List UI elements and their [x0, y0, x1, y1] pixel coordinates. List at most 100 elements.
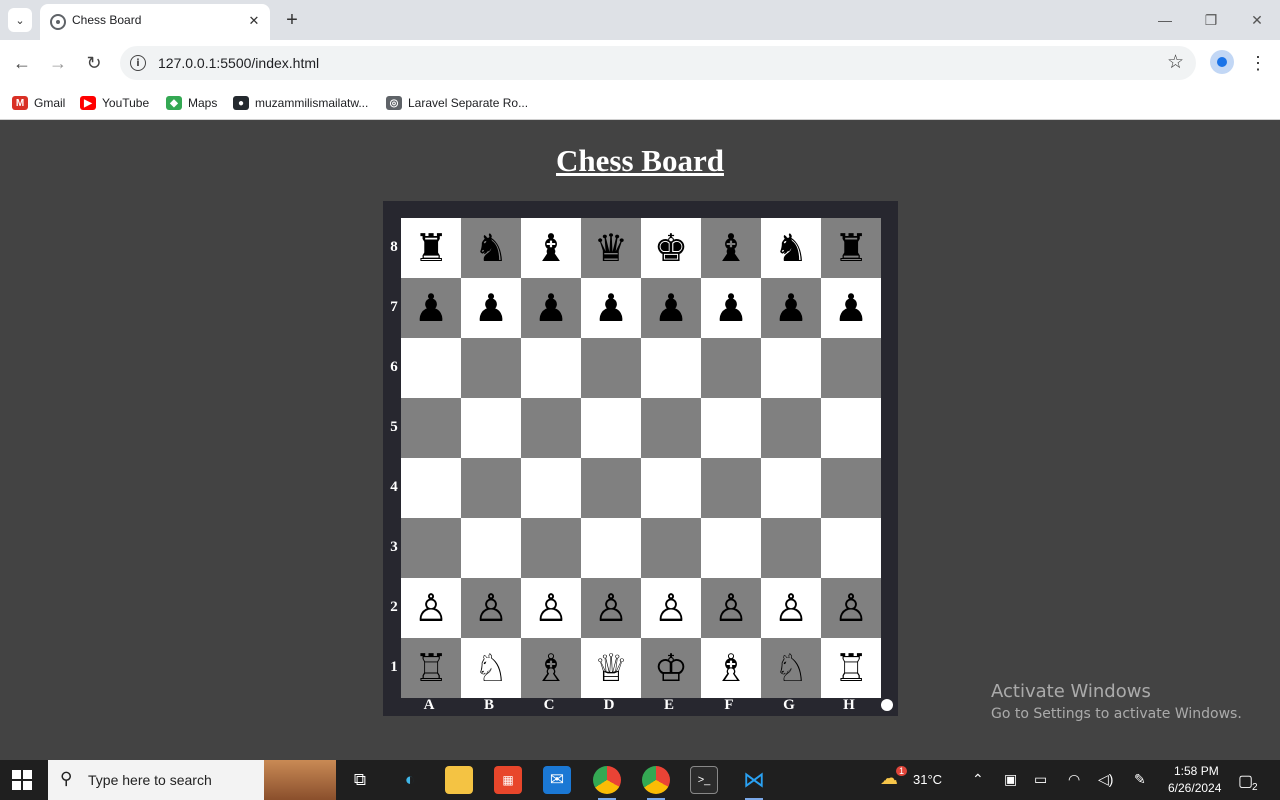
- square-b5[interactable]: [461, 398, 521, 458]
- square-h7[interactable]: ♟: [821, 278, 881, 338]
- square-h2[interactable]: ♙: [821, 578, 881, 638]
- restore-button[interactable]: ❐: [1196, 6, 1226, 34]
- task-view-icon[interactable]: ⧉: [346, 766, 374, 794]
- square-c1[interactable]: ♗: [521, 638, 581, 698]
- square-h1[interactable]: ♖: [821, 638, 881, 698]
- chevron-up-icon[interactable]: ⌃: [972, 771, 984, 788]
- square-e1[interactable]: ♔: [641, 638, 701, 698]
- square-f6[interactable]: [701, 338, 761, 398]
- square-a1[interactable]: ♖: [401, 638, 461, 698]
- square-a3[interactable]: [401, 518, 461, 578]
- square-f1[interactable]: ♗: [701, 638, 761, 698]
- square-g1[interactable]: ♘: [761, 638, 821, 698]
- bookmark-star-icon[interactable]: ☆: [1167, 51, 1184, 74]
- square-a4[interactable]: [401, 458, 461, 518]
- temperature[interactable]: 31°C: [913, 772, 942, 787]
- square-d8[interactable]: ♛: [581, 218, 641, 278]
- square-b1[interactable]: ♘: [461, 638, 521, 698]
- square-b6[interactable]: [461, 338, 521, 398]
- square-f3[interactable]: [701, 518, 761, 578]
- minimize-button[interactable]: —: [1150, 6, 1180, 34]
- file-explorer-icon[interactable]: [445, 766, 473, 794]
- square-h6[interactable]: [821, 338, 881, 398]
- tab-chess-board[interactable]: Chess Board ✕: [40, 4, 270, 40]
- square-a6[interactable]: [401, 338, 461, 398]
- square-g3[interactable]: [761, 518, 821, 578]
- address-bar[interactable]: i 127.0.0.1:5500/index.html ☆: [120, 46, 1196, 80]
- site-info-icon[interactable]: i: [130, 55, 146, 71]
- square-f4[interactable]: [701, 458, 761, 518]
- tab-search-chevron-icon[interactable]: ⌄: [8, 8, 32, 32]
- square-d3[interactable]: [581, 518, 641, 578]
- square-f2[interactable]: ♙: [701, 578, 761, 638]
- square-c3[interactable]: [521, 518, 581, 578]
- square-f7[interactable]: ♟: [701, 278, 761, 338]
- mail-icon[interactable]: ✉: [543, 766, 571, 794]
- square-e8[interactable]: ♚: [641, 218, 701, 278]
- square-e4[interactable]: [641, 458, 701, 518]
- taskbar-search-box[interactable]: ⚲ Type here to search: [48, 760, 336, 800]
- square-c5[interactable]: [521, 398, 581, 458]
- browser-menu-icon[interactable]: ⋮: [1248, 50, 1268, 76]
- meet-now-icon[interactable]: ▣: [1004, 771, 1017, 788]
- square-e2[interactable]: ♙: [641, 578, 701, 638]
- square-d5[interactable]: [581, 398, 641, 458]
- square-g7[interactable]: ♟: [761, 278, 821, 338]
- square-b2[interactable]: ♙: [461, 578, 521, 638]
- square-b3[interactable]: [461, 518, 521, 578]
- edge-icon[interactable]: ◐: [396, 766, 424, 794]
- bookmark-globe[interactable]: ◎ Laravel Separate Ro...: [386, 93, 528, 113]
- windows-start-icon[interactable]: [12, 770, 32, 790]
- wifi-icon[interactable]: ◠: [1068, 771, 1080, 788]
- battery-icon[interactable]: ▭: [1034, 771, 1047, 788]
- square-a8[interactable]: ♜: [401, 218, 461, 278]
- url-text[interactable]: 127.0.0.1:5500/index.html: [158, 55, 319, 71]
- square-f5[interactable]: [701, 398, 761, 458]
- new-tab-button[interactable]: +: [280, 8, 304, 32]
- notification-icon[interactable]: ▢: [1238, 771, 1253, 791]
- square-c8[interactable]: ♝: [521, 218, 581, 278]
- chrome-profile-icon[interactable]: [593, 766, 621, 794]
- square-a2[interactable]: ♙: [401, 578, 461, 638]
- square-c2[interactable]: ♙: [521, 578, 581, 638]
- terminal-icon[interactable]: >_: [690, 766, 718, 794]
- square-b8[interactable]: ♞: [461, 218, 521, 278]
- square-f8[interactable]: ♝: [701, 218, 761, 278]
- square-a5[interactable]: [401, 398, 461, 458]
- pen-icon[interactable]: ✎: [1134, 771, 1146, 788]
- square-g4[interactable]: [761, 458, 821, 518]
- square-c6[interactable]: [521, 338, 581, 398]
- square-g2[interactable]: ♙: [761, 578, 821, 638]
- square-e5[interactable]: [641, 398, 701, 458]
- store-icon[interactable]: ▦: [494, 766, 522, 794]
- square-d4[interactable]: [581, 458, 641, 518]
- square-d1[interactable]: ♕: [581, 638, 641, 698]
- square-e3[interactable]: [641, 518, 701, 578]
- square-h4[interactable]: [821, 458, 881, 518]
- close-window-button[interactable]: ✕: [1242, 6, 1272, 34]
- square-d2[interactable]: ♙: [581, 578, 641, 638]
- square-h5[interactable]: [821, 398, 881, 458]
- vscode-icon[interactable]: ⋈: [740, 766, 768, 794]
- forward-button[interactable]: →: [45, 50, 71, 76]
- close-tab-icon[interactable]: ✕: [244, 11, 264, 31]
- square-g5[interactable]: [761, 398, 821, 458]
- square-a7[interactable]: ♟: [401, 278, 461, 338]
- clock-date[interactable]: 6/26/2024: [1168, 781, 1221, 795]
- square-b4[interactable]: [461, 458, 521, 518]
- square-d7[interactable]: ♟: [581, 278, 641, 338]
- square-e6[interactable]: [641, 338, 701, 398]
- square-c7[interactable]: ♟: [521, 278, 581, 338]
- square-g6[interactable]: [761, 338, 821, 398]
- square-d6[interactable]: [581, 338, 641, 398]
- chrome-icon[interactable]: [642, 766, 670, 794]
- reload-button[interactable]: ↻: [81, 50, 107, 76]
- bookmark-maps[interactable]: ◆ Maps: [166, 93, 217, 113]
- square-g8[interactable]: ♞: [761, 218, 821, 278]
- bookmark-youtube[interactable]: ▶ YouTube: [80, 93, 149, 113]
- square-h8[interactable]: ♜: [821, 218, 881, 278]
- square-e7[interactable]: ♟: [641, 278, 701, 338]
- bookmark-gmail[interactable]: M Gmail: [12, 93, 65, 113]
- bookmark-github[interactable]: ● muzammilismailatw...: [233, 93, 368, 113]
- square-h3[interactable]: [821, 518, 881, 578]
